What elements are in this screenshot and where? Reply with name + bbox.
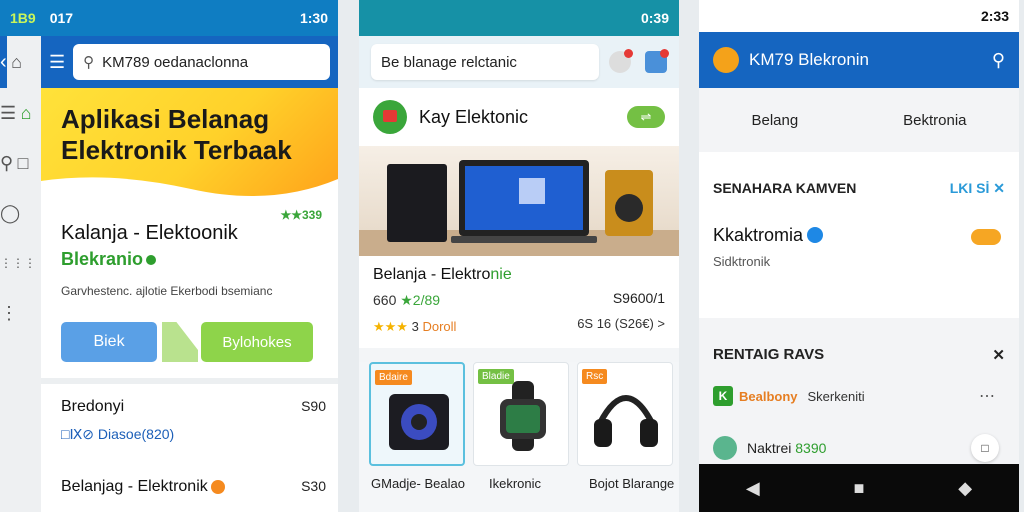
recent-item[interactable]: K Bealbony Skerkeniti ⋯ xyxy=(713,386,1005,406)
product-tile[interactable]: Bdaire xyxy=(369,362,465,466)
app-bar: KM79 Blekronin ⚲ xyxy=(699,32,1019,88)
cart-icon[interactable] xyxy=(645,49,669,73)
status-center: 017 xyxy=(49,10,74,26)
divider xyxy=(41,378,338,384)
search-icon: ⚲ xyxy=(83,54,95,71)
list-item[interactable]: Belanjag - Elektronik S30 xyxy=(61,478,326,496)
primary-button[interactable]: Biek xyxy=(61,322,157,362)
follow-toggle[interactable]: ⇌ xyxy=(627,106,665,128)
featured-item[interactable]: Kkaktromia xyxy=(713,225,1005,246)
phone-screen-2: 0:39 Be blanage relctanic Kay Elektonic … xyxy=(359,0,679,512)
app-title: KM79 Blekronin xyxy=(749,50,870,69)
store-name: Kay Elektonic xyxy=(419,106,529,127)
back-icon[interactable]: ◀ xyxy=(746,478,760,499)
status-time: 0:39 xyxy=(640,10,669,26)
search-input[interactable]: Be blanage relctanic xyxy=(371,44,599,80)
tab-belang[interactable]: Belang xyxy=(751,112,798,129)
status-time: 2:33 xyxy=(980,8,1009,24)
recents-icon[interactable]: ◆ xyxy=(958,478,972,499)
home-alt-icon[interactable]: ⌂ xyxy=(21,88,32,138)
status-bar: 0:39 xyxy=(359,0,679,36)
rating-text: ★★339 xyxy=(280,208,322,222)
brand-name: Bealbony xyxy=(739,388,798,404)
toggle-switch[interactable] xyxy=(971,229,1001,245)
search-input[interactable]: ⚲ KM789 oedanaclonna xyxy=(73,44,330,80)
card-title: Kalanja - Elektoonik xyxy=(61,222,238,244)
hero-title: Aplikasi Belanag Elektronik Terbaak xyxy=(61,104,292,165)
dots-icon[interactable]: ⋮ xyxy=(0,288,18,338)
store-header: Kay Elektonic ⇌ xyxy=(359,88,679,146)
product-info[interactable]: Belanja - Elektronie 660 ★2/89 S9600/1 ★… xyxy=(359,256,679,348)
electronics-image xyxy=(359,160,679,256)
grid-icon[interactable]: ⋮⋮⋮ xyxy=(0,238,36,288)
bookmark-icon[interactable]: □ xyxy=(971,434,999,462)
tile-tag: Bdaire xyxy=(375,370,412,385)
close-icon[interactable]: ✕ xyxy=(992,346,1005,364)
status-bar: 1B9 017 1:30 xyxy=(0,0,338,36)
search-icon[interactable]: ⚲ xyxy=(992,50,1005,71)
item-price: S30 xyxy=(301,478,326,494)
status-bar: 2:33 xyxy=(699,0,1019,32)
detail-right: 6S 16 (S26€) > xyxy=(577,316,665,331)
tag-icon[interactable]: ◯ xyxy=(0,188,20,238)
section-title: SENAHARA KAMVEN xyxy=(713,180,857,196)
status-time: 1:30 xyxy=(299,10,328,26)
search-icon[interactable]: ⚲ xyxy=(0,138,13,188)
item-price: S90 xyxy=(301,398,326,414)
product-title: Belanja - Elektronie xyxy=(373,266,512,283)
store-logo-icon xyxy=(373,100,407,134)
tab-shape xyxy=(162,322,198,362)
menu-icon[interactable]: ☰ xyxy=(49,52,65,73)
product-tile[interactable]: Bladie xyxy=(473,362,569,466)
section-title: RENTAIG RAVS xyxy=(713,346,825,363)
top-bar: Be blanage relctanic xyxy=(359,36,679,88)
list-item[interactable]: Bredonyi S90 □Ⅸ⊘ Diasoe(820) xyxy=(61,398,326,443)
item-name: Naktrei 8390 xyxy=(747,440,827,456)
home-icon[interactable]: ■ xyxy=(854,478,865,499)
tab-bar: Belang Bektronia xyxy=(699,88,1019,152)
secondary-button[interactable]: Bylohokes xyxy=(201,322,313,362)
search-bar: ☰ ⚲ KM789 oedanaclonna xyxy=(41,36,338,88)
list-icon[interactable]: ☰ xyxy=(0,88,16,138)
system-nav-bar: ◀ ■ ◆ xyxy=(699,464,1019,512)
back-icon[interactable]: ‹ xyxy=(0,36,7,88)
section-action[interactable]: LKI Sİ ✕ xyxy=(950,180,1005,197)
product-grid: Bdaire Bladie Rsc GMadje- Bealao Ikekron… xyxy=(359,362,679,512)
phone-screen-1: 1B9 017 1:30 ‹ ⌂ ☰ ⌂ ⚲ □ ◯ ⋮⋮⋮ ⋮ ☰ ⚲ KM7… xyxy=(0,0,338,512)
product-banner xyxy=(359,146,679,256)
brand-icon: K xyxy=(713,386,733,406)
phone-screen-3: 2:33 KM79 Blekronin ⚲ Belang Bektronia S… xyxy=(699,0,1019,512)
tile-tag: Bladie xyxy=(478,369,514,384)
item-name: Belanjag - Elektronik xyxy=(61,478,326,496)
recent-item[interactable]: Naktrei 8390 □ xyxy=(713,434,1005,462)
chat-icon[interactable] xyxy=(609,49,633,73)
book-icon[interactable]: □ xyxy=(18,138,29,188)
home-icon[interactable]: ⌂ xyxy=(11,37,22,87)
more-icon[interactable]: ⋯ xyxy=(979,386,995,406)
item-icon xyxy=(713,436,737,460)
hero-wave xyxy=(41,177,338,199)
brand-sub: Skerkeniti xyxy=(807,388,865,404)
main-content: ★★339 Kalanja - Elektoonik Blekranio Gar… xyxy=(41,198,338,495)
status-left: 1B9 xyxy=(10,10,36,26)
app-logo-icon xyxy=(713,47,739,73)
nav-rail: ‹ ⌂ ☰ ⌂ ⚲ □ ◯ ⋮⋮⋮ ⋮ xyxy=(0,36,41,512)
price-right: S9600/1 xyxy=(612,290,665,306)
card-subtitle: Blekranio xyxy=(61,249,338,270)
section-featured: SENAHARA KAMVEN LKI Sİ ✕ Kkaktromia Sidk… xyxy=(699,152,1019,318)
hero-banner: Aplikasi Belanag Elektronik Terbaak xyxy=(41,88,338,199)
item-meta: □Ⅸ⊘ Diasoe(820) xyxy=(61,426,175,442)
search-text: KM789 oedanaclonna xyxy=(102,53,249,71)
featured-sub: Sidktronik xyxy=(713,254,771,269)
product-tile[interactable]: Rsc xyxy=(577,362,673,466)
item-name: Bredonyi xyxy=(61,398,125,415)
card-description: Garvhestenc. ajlotie Ekerbodi bsemianc xyxy=(61,284,273,298)
tab-bektronia[interactable]: Bektronia xyxy=(903,112,966,129)
tile-tag: Rsc xyxy=(582,369,608,384)
search-text: Be blanage relctanic xyxy=(381,53,517,71)
verified-icon xyxy=(807,227,824,243)
button-row: Biek Bylohokes xyxy=(61,322,321,362)
